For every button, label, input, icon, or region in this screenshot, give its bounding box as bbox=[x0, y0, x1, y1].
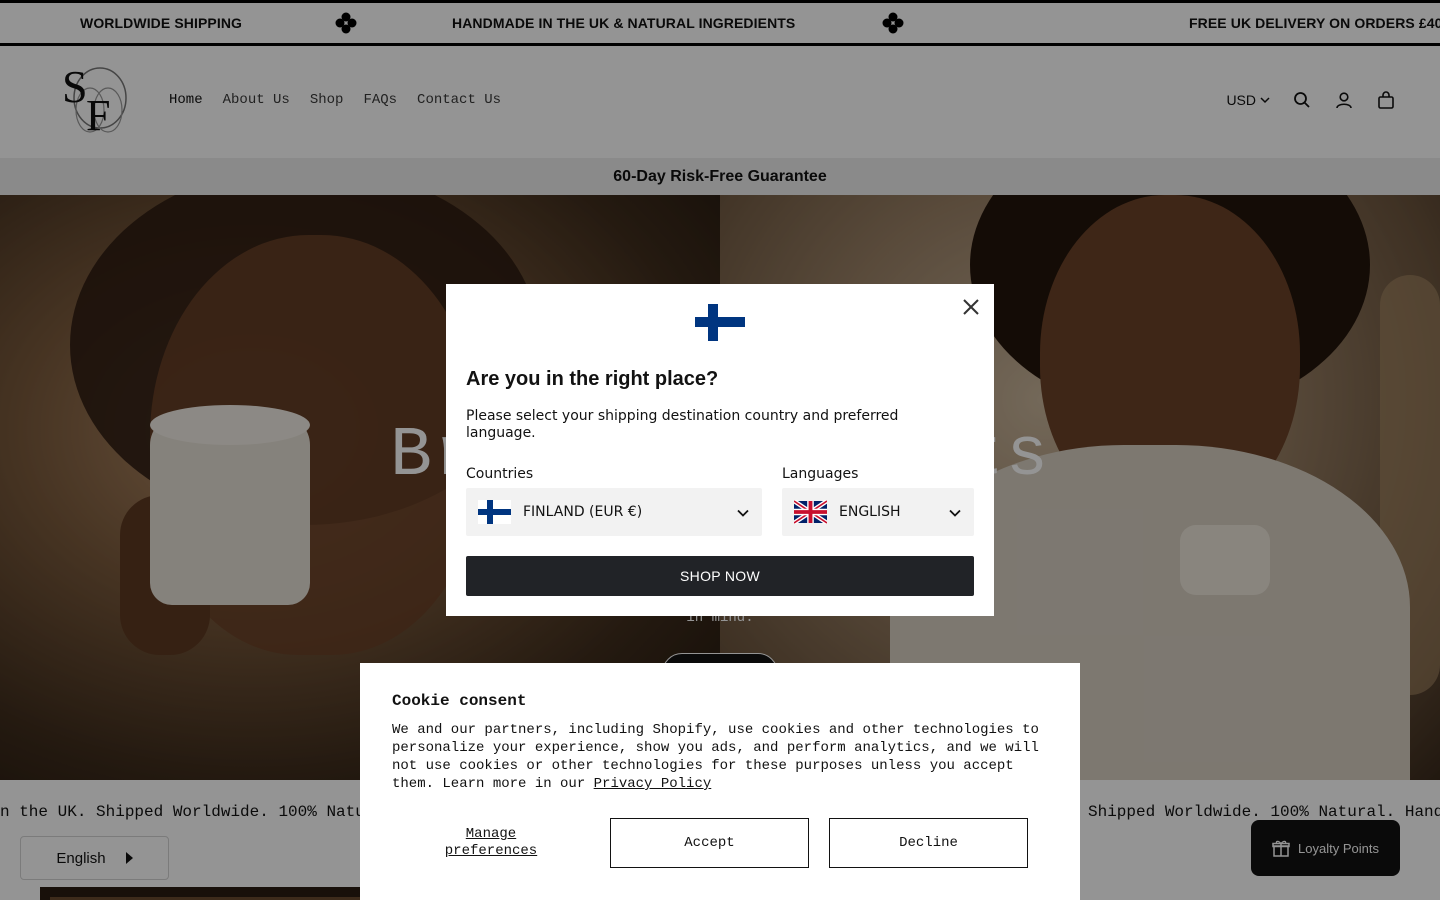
manage-preferences-button[interactable]: Manage preferences bbox=[420, 826, 562, 860]
country-value: FINLAND (EUR €) bbox=[523, 504, 643, 520]
modal-title: Are you in the right place? bbox=[466, 368, 719, 390]
cookie-body: We and our partners, including Shopify, … bbox=[392, 721, 1052, 793]
finland-flag-icon bbox=[695, 304, 745, 341]
cookie-body-text: We and our partners, including Shopify, … bbox=[392, 722, 1039, 792]
finland-flag-icon bbox=[478, 500, 511, 524]
languages-label: Languages bbox=[782, 466, 859, 482]
uk-flag-icon bbox=[794, 500, 827, 524]
language-value: ENGLISH bbox=[839, 504, 901, 520]
chevron-down-icon bbox=[949, 509, 961, 517]
close-icon[interactable] bbox=[962, 298, 980, 316]
shop-now-button[interactable]: SHOP NOW bbox=[466, 556, 974, 596]
accept-cookies-button[interactable]: Accept bbox=[610, 818, 809, 868]
decline-cookies-button[interactable]: Decline bbox=[829, 818, 1028, 868]
language-select[interactable]: ENGLISH bbox=[782, 488, 974, 536]
cookie-title: Cookie consent bbox=[392, 692, 527, 710]
chevron-down-icon bbox=[737, 509, 749, 517]
modal-description: Please select your shipping destination … bbox=[466, 408, 899, 441]
country-select[interactable]: FINLAND (EUR €) bbox=[466, 488, 762, 536]
countries-label: Countries bbox=[466, 466, 534, 482]
privacy-policy-link[interactable]: Privacy Policy bbox=[594, 776, 712, 792]
